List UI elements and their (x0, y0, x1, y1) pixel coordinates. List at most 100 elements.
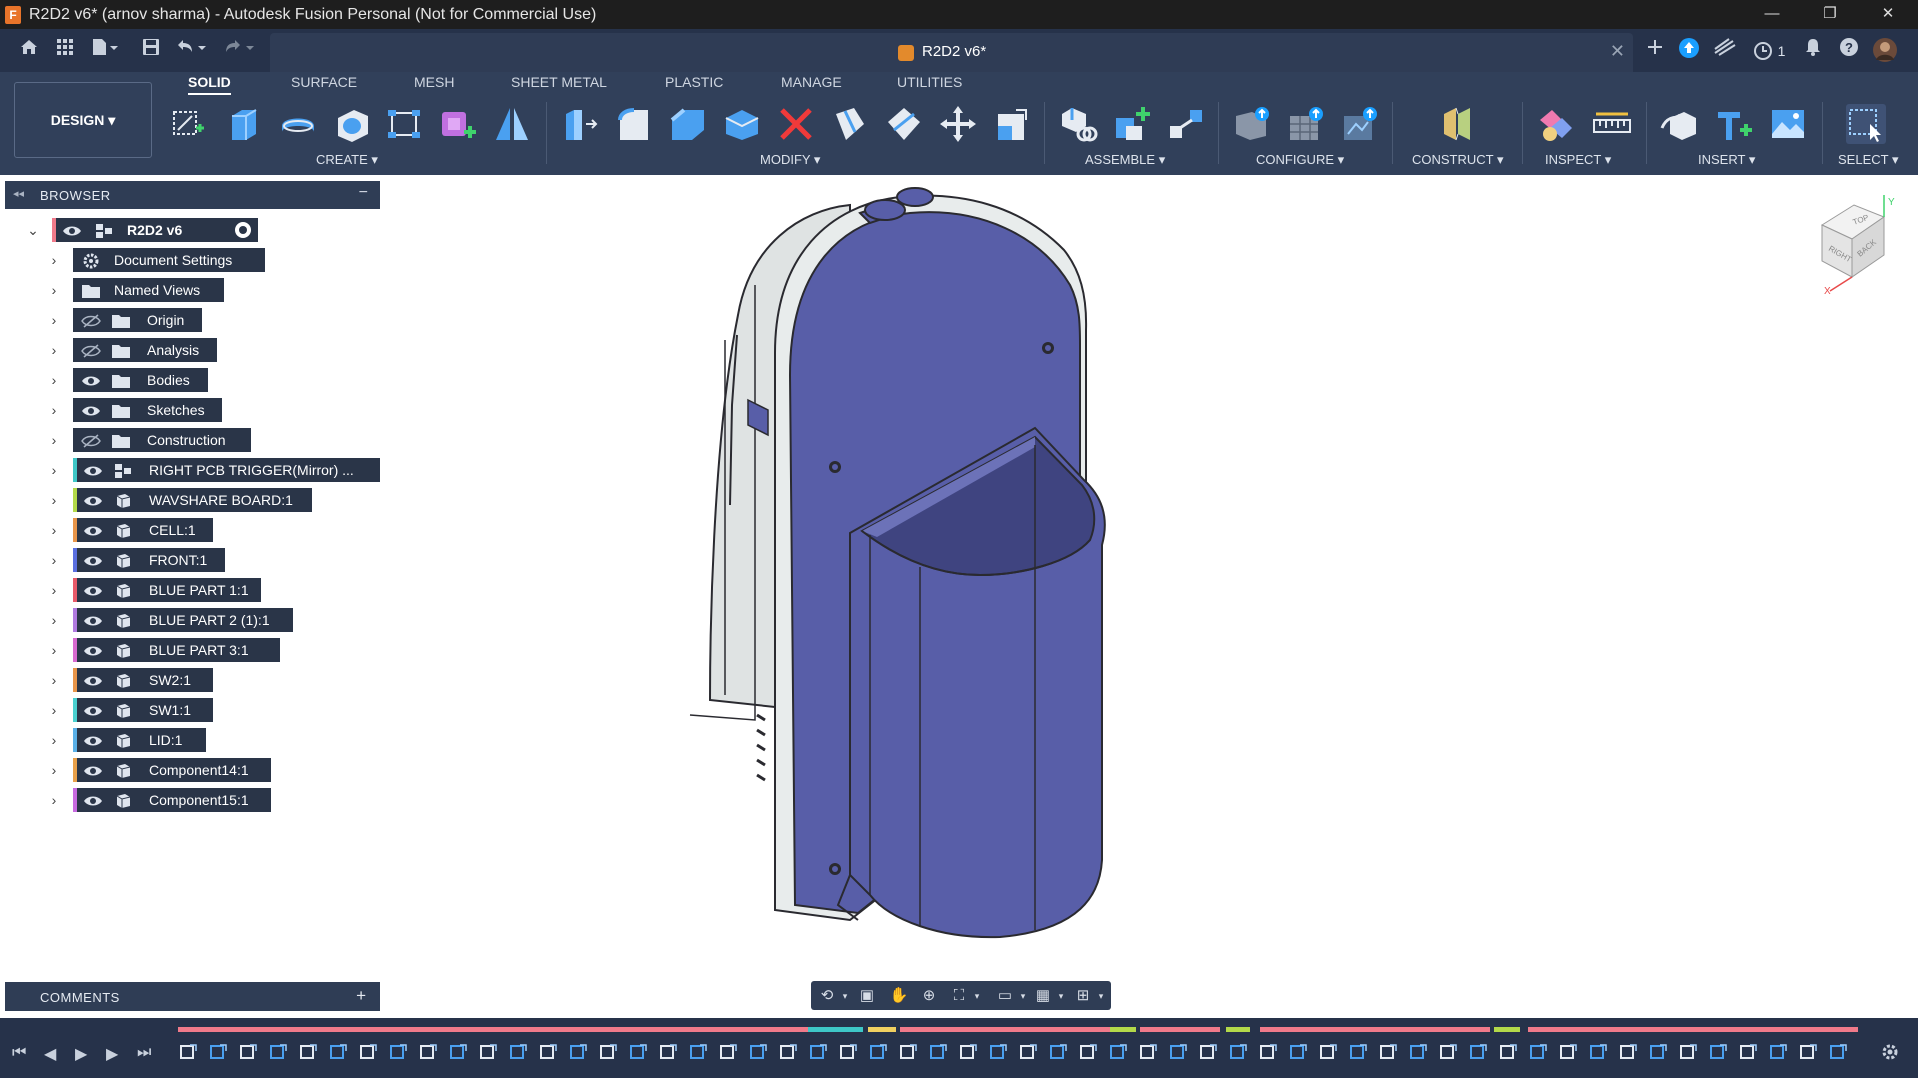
timeline-feature-icon[interactable] (658, 1042, 678, 1062)
timeline-feature-icon[interactable] (868, 1042, 888, 1062)
joint-icon[interactable] (1058, 104, 1098, 144)
timeline-feature-icon[interactable] (898, 1042, 918, 1062)
timeline-feature-icon[interactable] (1438, 1042, 1458, 1062)
move-copy-icon[interactable] (938, 104, 978, 144)
chamfer-icon[interactable] (668, 104, 708, 144)
modify-group-label[interactable]: MODIFY ▾ (760, 152, 820, 168)
timeline-feature-icon[interactable] (928, 1042, 948, 1062)
tab-solid[interactable]: SOLID (188, 74, 231, 95)
browser-node[interactable]: CELL:1 (73, 518, 213, 542)
add-comment-icon[interactable]: + (356, 986, 366, 1006)
browser-node[interactable]: Named Views (73, 278, 224, 302)
split-body-icon[interactable] (884, 104, 924, 144)
view-cube[interactable]: TOP RIGHT BACK X Y (1812, 193, 1912, 297)
document-tab-close-icon[interactable]: ✕ (1610, 41, 1625, 62)
eye-visible-icon[interactable] (83, 552, 103, 568)
timeline-feature-icon[interactable] (1678, 1042, 1698, 1062)
timeline-feature-icon[interactable] (538, 1042, 558, 1062)
timeline-feature-icon[interactable] (1528, 1042, 1548, 1062)
play-icon[interactable]: ▶ (75, 1044, 87, 1064)
timeline-feature-icon[interactable] (1078, 1042, 1098, 1062)
browser-root-node[interactable]: R2D2 v6 (52, 218, 258, 242)
chevron-right-icon[interactable]: › (46, 668, 62, 692)
eye-hidden-icon[interactable] (81, 342, 101, 358)
user-avatar[interactable] (1872, 37, 1898, 63)
browser-node[interactable]: Analysis (73, 338, 217, 362)
eye-visible-icon[interactable] (83, 582, 103, 598)
chevron-right-icon[interactable]: › (46, 458, 62, 482)
browser-node[interactable]: LID:1 (73, 728, 206, 752)
workspace-switcher-button[interactable]: DESIGN ▾ (14, 82, 152, 158)
timeline-feature-icon[interactable] (448, 1042, 468, 1062)
rigid-group-icon[interactable] (1166, 104, 1206, 144)
viewports-dropdown-icon[interactable]: ▾ (1091, 987, 1111, 1005)
document-tab[interactable]: R2D2 v6* ✕ (270, 33, 1633, 72)
job-status-clock-icon[interactable]: 1 (1746, 37, 1792, 63)
chevron-right-icon[interactable]: › (46, 308, 62, 332)
insert-group-label[interactable]: INSERT ▾ (1698, 152, 1755, 168)
go-to-end-icon[interactable]: ⏭ (137, 1044, 151, 1062)
zoom-icon[interactable]: ⊕ (919, 987, 939, 1005)
save-icon[interactable] (138, 37, 164, 63)
create-group-label[interactable]: CREATE ▾ (316, 152, 378, 168)
rectangular-pattern-icon[interactable] (384, 104, 424, 144)
timeline-feature-icon[interactable] (508, 1042, 528, 1062)
step-back-icon[interactable]: ◀ (44, 1044, 56, 1064)
new-tab-plus-icon[interactable] (1642, 37, 1668, 63)
timeline-feature-icon[interactable] (298, 1042, 318, 1062)
revolve-icon[interactable] (278, 104, 318, 144)
chevron-right-icon[interactable]: › (46, 398, 62, 422)
chevron-right-icon[interactable]: › (46, 428, 62, 452)
eye-visible-icon[interactable] (83, 462, 103, 478)
tab-utilities[interactable]: UTILITIES (897, 74, 962, 90)
timeline-feature-icon[interactable] (988, 1042, 1008, 1062)
fit-icon[interactable]: ⛶ (949, 987, 969, 1005)
timeline-feature-icon[interactable] (268, 1042, 288, 1062)
select-window-icon[interactable] (1846, 104, 1886, 144)
undo-icon[interactable] (174, 37, 206, 63)
close-window-button[interactable]: ✕ (1859, 0, 1917, 29)
timeline-feature-icon[interactable] (328, 1042, 348, 1062)
split-face-icon[interactable] (830, 104, 870, 144)
home-icon[interactable] (16, 37, 42, 63)
timeline-feature-icon[interactable] (1228, 1042, 1248, 1062)
chevron-right-icon[interactable]: › (46, 698, 62, 722)
configure-group-label[interactable]: CONFIGURE ▾ (1256, 152, 1344, 168)
eye-visible-icon[interactable] (83, 732, 103, 748)
help-icon[interactable]: ? (1836, 37, 1862, 63)
hole-icon[interactable] (332, 104, 372, 144)
data-panel-grid-icon[interactable] (52, 37, 78, 63)
new-component-icon[interactable] (438, 104, 478, 144)
scale-icon[interactable] (992, 104, 1032, 144)
timeline-feature-icon[interactable] (1828, 1042, 1848, 1062)
timeline-feature-icon[interactable] (1768, 1042, 1788, 1062)
browser-node[interactable]: WAVSHARE BOARD:1 (73, 488, 312, 512)
timeline-feature-icon[interactable] (808, 1042, 828, 1062)
insert-mesh-icon[interactable] (1714, 104, 1754, 144)
insert-canvas-icon[interactable] (1768, 104, 1808, 144)
tab-mesh[interactable]: MESH (414, 74, 454, 90)
timeline-feature-icon[interactable] (1558, 1042, 1578, 1062)
timeline-feature-icon[interactable] (778, 1042, 798, 1062)
timeline-feature-icon[interactable] (1018, 1042, 1038, 1062)
browser-node[interactable]: SW1:1 (73, 698, 213, 722)
timeline-feature-icon[interactable] (178, 1042, 198, 1062)
timeline-feature-icon[interactable] (1288, 1042, 1308, 1062)
select-group-label[interactable]: SELECT ▾ (1838, 152, 1898, 168)
chevron-right-icon[interactable]: › (46, 488, 62, 512)
browser-node[interactable]: BLUE PART 2 (1):1 (73, 608, 293, 632)
eye-visible-icon[interactable] (83, 792, 103, 808)
configure-table-icon[interactable] (1232, 104, 1272, 144)
timeline-feature-icon[interactable] (718, 1042, 738, 1062)
chevron-right-icon[interactable]: › (46, 368, 62, 392)
timeline-feature-icon[interactable] (1618, 1042, 1638, 1062)
timeline-feature-icon[interactable] (478, 1042, 498, 1062)
measure-icon[interactable] (1592, 104, 1632, 144)
timeline-feature-icon[interactable] (418, 1042, 438, 1062)
minimize-browser-icon[interactable]: − (359, 184, 368, 202)
inspect-group-label[interactable]: INSPECT ▾ (1545, 152, 1611, 168)
browser-node[interactable]: Sketches (73, 398, 222, 422)
timeline-feature-icon[interactable] (1168, 1042, 1188, 1062)
browser-node[interactable]: Document Settings (73, 248, 265, 272)
eye-visible-icon[interactable] (83, 762, 103, 778)
